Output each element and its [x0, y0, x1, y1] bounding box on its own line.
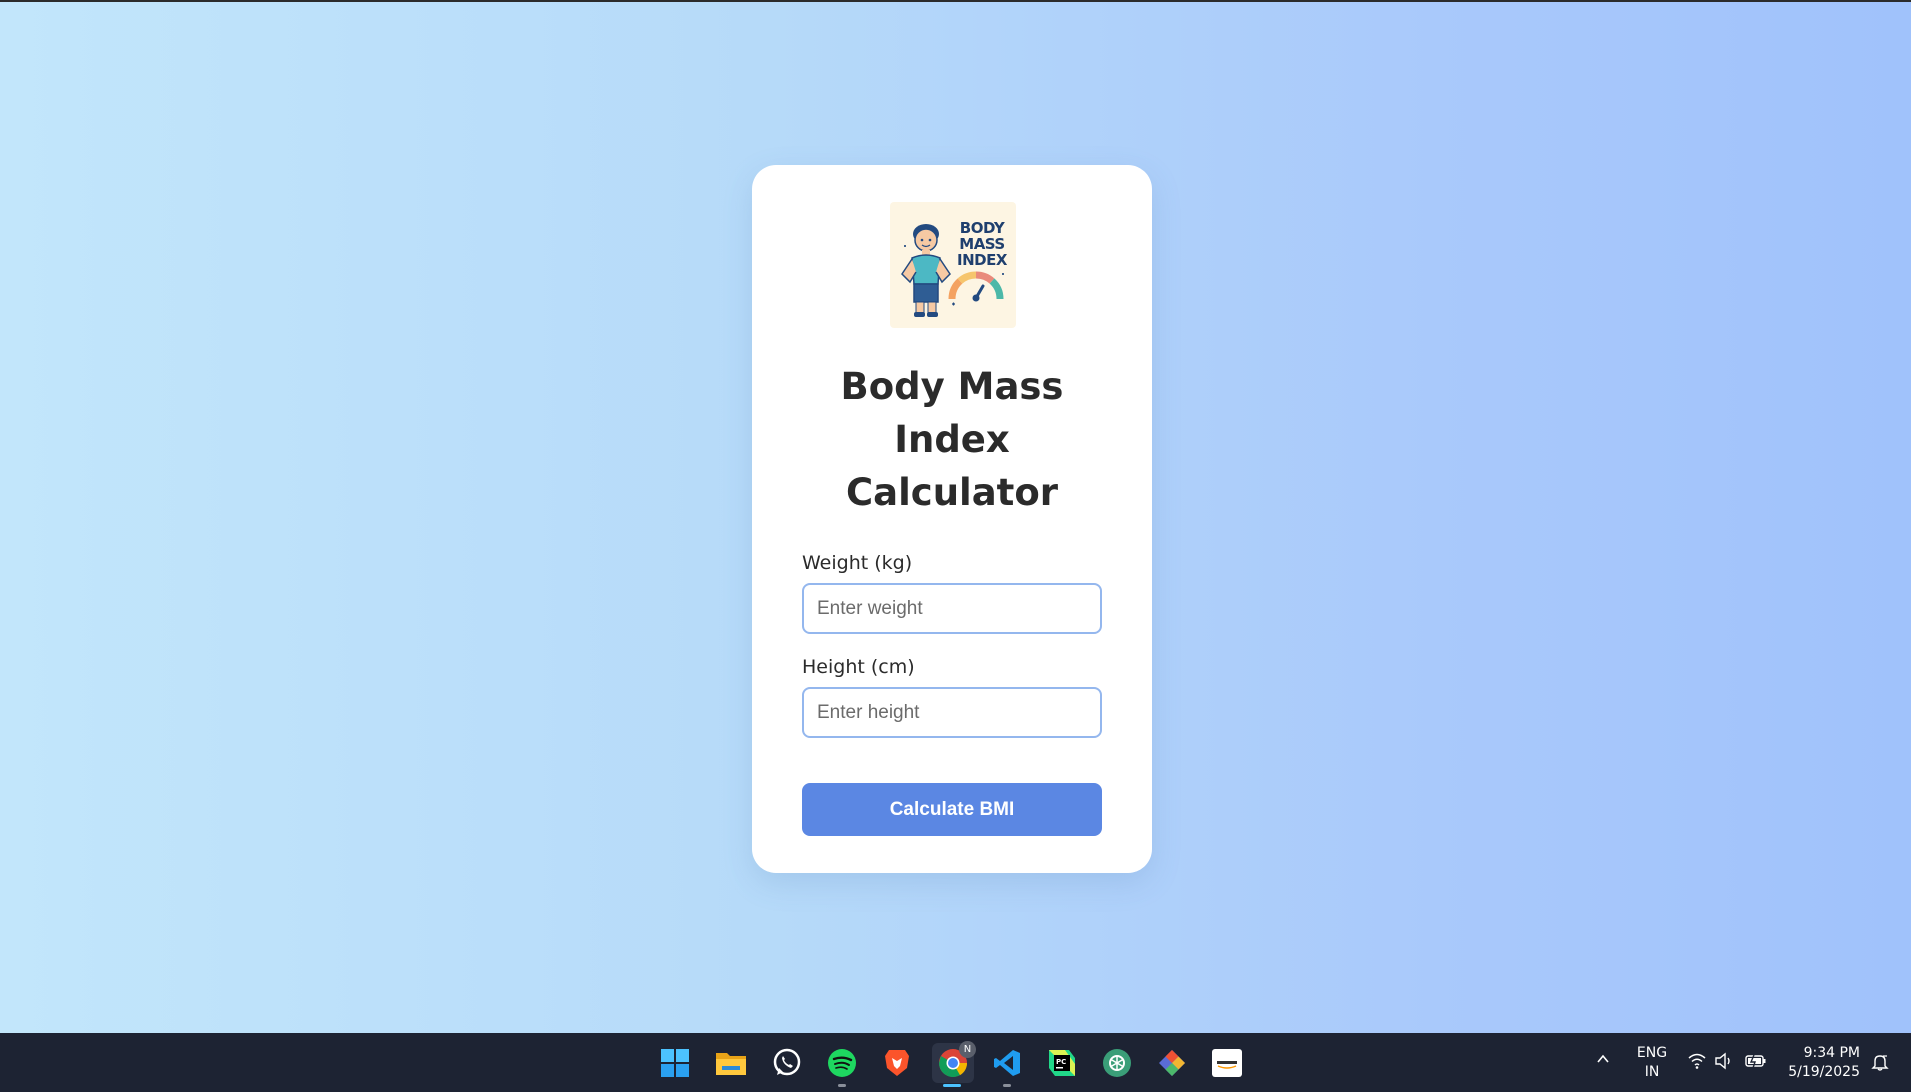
- vscode-icon: [994, 1050, 1020, 1076]
- logo-text-line2: MASS: [959, 235, 1005, 253]
- taskbar-amazon[interactable]: [1207, 1043, 1247, 1083]
- page-title: Body Mass Index Calculator: [772, 360, 1132, 519]
- taskbar-file-explorer[interactable]: [711, 1043, 751, 1083]
- start-icon: [661, 1049, 689, 1077]
- taskbar-start[interactable]: [655, 1043, 695, 1083]
- language-indicator[interactable]: ENG IN: [1632, 1044, 1672, 1082]
- taskbar-brave[interactable]: [877, 1043, 917, 1083]
- chrome-profile-badge: N: [959, 1041, 976, 1058]
- bmi-card: BODY MASS INDEX Body Mass Index Calculat…: [752, 165, 1152, 873]
- battery-icon[interactable]: [1745, 1053, 1767, 1069]
- logo-text: BODY MASS INDEX: [952, 220, 1012, 268]
- taskbar-whatsapp[interactable]: [767, 1043, 807, 1083]
- chatgpt-icon: [1103, 1049, 1131, 1077]
- taskbar-vscode[interactable]: [987, 1043, 1027, 1087]
- taskbar-spotify[interactable]: [822, 1043, 862, 1087]
- spotify-icon: [828, 1049, 856, 1077]
- taskbar-git[interactable]: [1152, 1043, 1192, 1083]
- taskbar: N PC ENG IN 9:34 PM 5/19/2025: [0, 1033, 1911, 1092]
- height-input[interactable]: [802, 687, 1102, 738]
- wifi-icon[interactable]: [1687, 1052, 1707, 1070]
- weight-label: Weight (kg): [802, 552, 913, 574]
- svg-text:PC: PC: [1056, 1058, 1066, 1066]
- git-icon: [1159, 1050, 1185, 1076]
- taskbar-pycharm[interactable]: PC: [1042, 1043, 1082, 1083]
- chevron-up-icon[interactable]: [1595, 1051, 1611, 1067]
- notification-bell-icon[interactable]: [1871, 1053, 1889, 1071]
- title-line1: Body Mass: [840, 365, 1064, 408]
- calculate-bmi-button[interactable]: Calculate BMI: [802, 783, 1102, 836]
- clock-date: 5/19/2025: [1788, 1064, 1860, 1080]
- bmi-logo: BODY MASS INDEX: [890, 202, 1016, 328]
- weight-input[interactable]: [802, 583, 1102, 634]
- language-line1: ENG: [1636, 1045, 1668, 1061]
- clock[interactable]: 9:34 PM 5/19/2025: [1780, 1044, 1860, 1082]
- height-label: Height (cm): [802, 656, 915, 678]
- amazon-icon: [1212, 1049, 1242, 1077]
- taskbar-chatgpt[interactable]: [1097, 1043, 1137, 1083]
- title-line3: Calculator: [845, 471, 1059, 514]
- pycharm-icon: PC: [1049, 1050, 1075, 1076]
- brave-icon: [885, 1050, 909, 1076]
- desktop-background: BODY MASS INDEX Body Mass Index Calculat…: [0, 2, 1911, 1033]
- taskbar-chrome[interactable]: N: [932, 1041, 976, 1087]
- logo-text-line1: BODY: [959, 219, 1005, 237]
- volume-icon[interactable]: [1714, 1052, 1734, 1070]
- file-explorer-icon: [716, 1053, 746, 1075]
- title-line2: Index: [894, 418, 1010, 461]
- whatsapp-icon: [773, 1048, 801, 1076]
- clock-time: 9:34 PM: [1803, 1045, 1860, 1061]
- logo-text-line3: INDEX: [957, 251, 1007, 269]
- language-line2: IN: [1644, 1064, 1660, 1080]
